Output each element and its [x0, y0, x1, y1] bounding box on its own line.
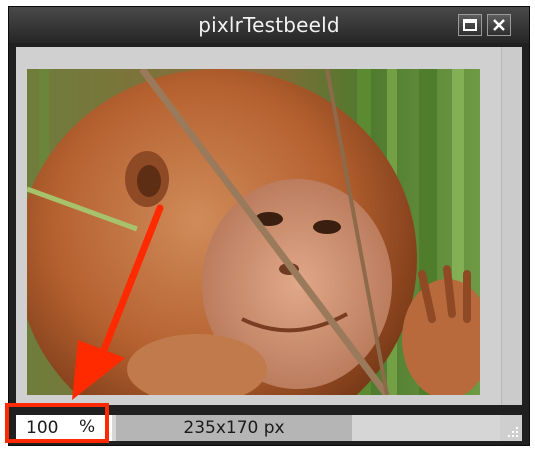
maximize-icon — [463, 19, 477, 31]
close-button[interactable] — [487, 14, 511, 36]
window-title: pixlrTestbeeld — [198, 13, 340, 37]
image-size-label: 235x170 px — [116, 415, 352, 441]
close-icon — [492, 18, 506, 32]
vertical-scrollbar[interactable] — [501, 47, 522, 405]
red-arrow-icon — [70, 200, 180, 414]
resize-grip-icon[interactable] — [500, 415, 522, 441]
maximize-button[interactable] — [458, 14, 482, 36]
window-titlebar[interactable]: pixlrTestbeeld — [9, 7, 529, 43]
